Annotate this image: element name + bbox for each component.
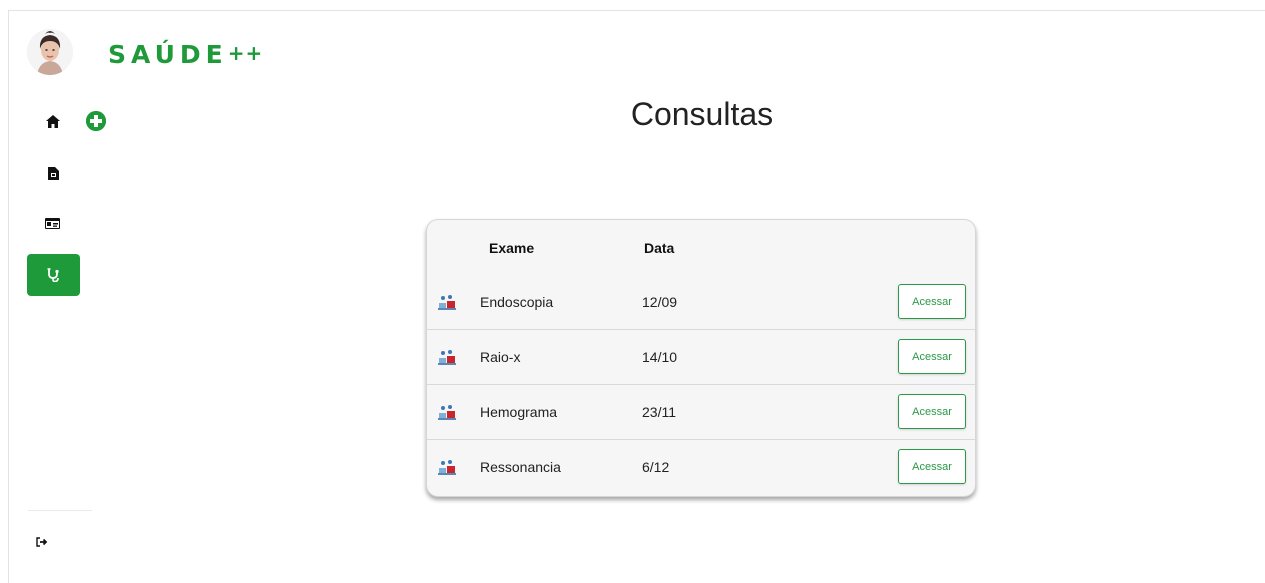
exam-date: 14/10 <box>642 349 678 365</box>
column-header-exam: Exame <box>489 240 535 256</box>
sidebar-item-id-card[interactable] <box>40 212 64 234</box>
exam-date: 12/09 <box>642 294 678 310</box>
exam-name: Raio-x <box>480 349 521 365</box>
access-button[interactable]: Acessar <box>898 449 966 484</box>
avatar[interactable] <box>27 29 73 75</box>
exam-name: Hemograma <box>480 404 558 420</box>
table-row: Raio-x 14/10 Acessar <box>427 329 975 384</box>
page-title: Consultas <box>630 96 774 132</box>
table-row: Endoscopia 12/09 Acessar <box>427 274 975 329</box>
avatar-image <box>27 29 73 75</box>
exam-name: Endoscopia <box>480 294 554 310</box>
access-button[interactable]: Acessar <box>898 394 966 429</box>
table-row: Ressonancia 6/12 Acessar <box>427 439 975 494</box>
sidebar-item-consultas[interactable] <box>27 254 80 296</box>
exam-date: 23/11 <box>642 404 676 420</box>
stethoscope-icon <box>47 268 59 282</box>
access-button[interactable]: Acessar <box>898 284 966 319</box>
medical-exam-icon <box>438 294 456 310</box>
id-card-icon <box>44 217 60 229</box>
table-row: Hemograma 23/11 Acessar <box>427 384 975 439</box>
consultas-table: Exame Data Endoscopia 12/09 Acessar Raio… <box>426 219 976 497</box>
medical-exam-icon <box>438 404 456 420</box>
sidebar-item-documents[interactable] <box>42 162 64 184</box>
medical-exam-icon <box>438 349 456 365</box>
file-icon <box>47 166 59 180</box>
brand-suffix: ++ <box>227 41 264 65</box>
exam-name: Ressonancia <box>480 459 561 475</box>
sidebar-divider <box>28 510 92 511</box>
access-button[interactable]: Acessar <box>898 339 966 374</box>
brand-name: SAÚDE <box>108 40 228 69</box>
brand-logo: SAÚDE++ <box>108 40 263 69</box>
exam-date: 6/12 <box>642 459 670 475</box>
column-header-date: Data <box>644 240 675 256</box>
sidebar-item-logout[interactable] <box>32 532 52 552</box>
sign-out-icon <box>36 537 48 547</box>
medical-exam-icon <box>438 459 456 475</box>
